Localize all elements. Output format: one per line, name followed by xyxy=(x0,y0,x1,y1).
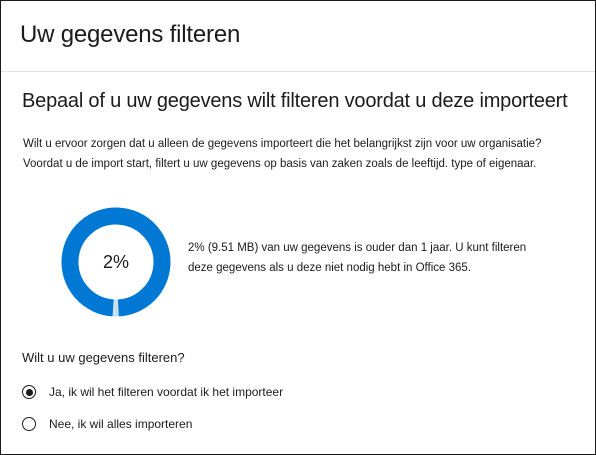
dialog-header: Uw gegevens filteren xyxy=(1,1,595,72)
filter-question-label: Wilt u uw gegevens filteren? xyxy=(22,350,185,365)
option-label: Ja, ik wil het filteren voordat ik het i… xyxy=(49,385,284,399)
import-filter-dialog: Uw gegevens filteren Bepaal of u uw gege… xyxy=(0,0,596,455)
donut-percent-label: 2% xyxy=(102,251,129,272)
page-title: Uw gegevens filteren xyxy=(20,21,241,48)
data-age-donut-chart: 2% xyxy=(61,207,171,317)
radio-button-no[interactable] xyxy=(22,417,36,431)
intro-text-line: Wilt u ervoor zorgen dat u alleen de geg… xyxy=(23,138,542,150)
intro-text-line: Voordat u de import start, filtert u uw … xyxy=(23,158,537,170)
option-label: Nee, ik wil alles importeren xyxy=(49,417,193,431)
option-filter-no[interactable]: Nee, ik wil alles importeren xyxy=(22,417,192,431)
summary-text-line: 2% (9.51 MB) van uw gegevens is ouder da… xyxy=(188,242,527,254)
option-filter-yes[interactable]: Ja, ik wil het filteren voordat ik het i… xyxy=(22,385,283,399)
radio-button-yes[interactable] xyxy=(22,385,36,399)
summary-text-line: deze gegevens als u deze niet nodig hebt… xyxy=(188,262,472,274)
section-title: Bepaal of u uw gegevens wilt filteren vo… xyxy=(22,90,568,112)
radio-selected-dot xyxy=(25,388,33,396)
